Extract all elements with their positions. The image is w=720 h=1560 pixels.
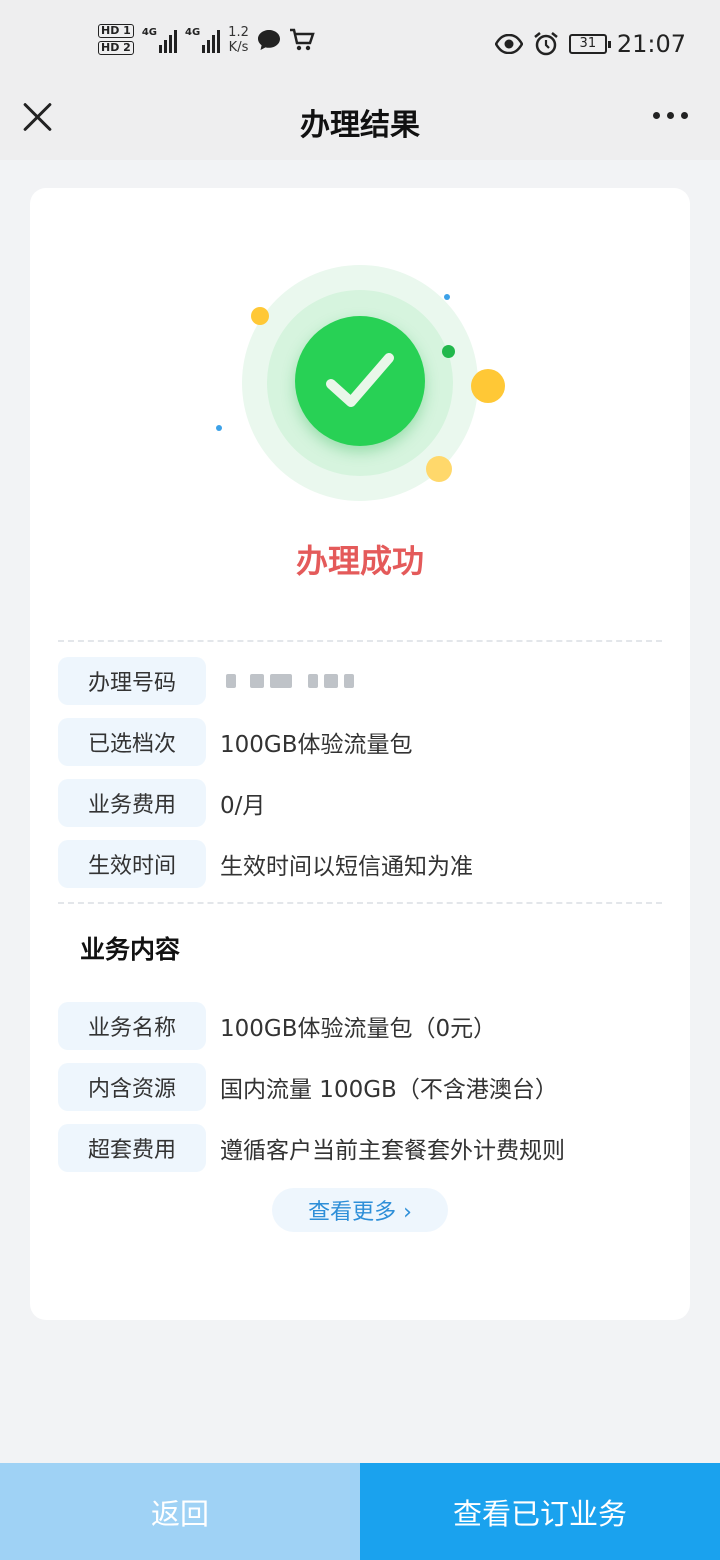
confetti-dot bbox=[426, 456, 452, 482]
view-more-button[interactable]: 查看更多 › bbox=[272, 1188, 448, 1232]
masked-phone-number bbox=[226, 674, 354, 688]
confetti-dot bbox=[442, 345, 455, 358]
content-label: 内含资源 bbox=[58, 1063, 206, 1111]
nav-bar: 办理结果 bbox=[0, 90, 720, 160]
content-label: 超套费用 bbox=[58, 1124, 206, 1172]
detail-value: 生效时间以短信通知为准 bbox=[220, 854, 473, 880]
net-speed: 1.2 K/s bbox=[228, 25, 249, 55]
detail-label: 生效时间 bbox=[58, 840, 206, 888]
detail-row: 已选档次 100GB体验流量包 bbox=[58, 718, 413, 766]
detail-value: 0/月 bbox=[220, 793, 266, 819]
confetti-dot bbox=[251, 307, 269, 325]
content-value: 国内流量 100GB（不含港澳台） bbox=[220, 1077, 558, 1103]
chat-icon bbox=[257, 29, 280, 50]
success-check-icon bbox=[295, 316, 425, 446]
hd2-badge: HD 2 bbox=[98, 41, 134, 55]
detail-label: 办理号码 bbox=[58, 657, 206, 705]
content-row: 业务名称 100GB体验流量包（0元） bbox=[58, 1002, 496, 1050]
alarm-icon bbox=[534, 32, 558, 56]
detail-value: 100GB体验流量包 bbox=[220, 732, 413, 758]
detail-row: 业务费用 0/月 bbox=[58, 779, 265, 827]
confetti-dot bbox=[444, 294, 450, 300]
detail-label: 已选档次 bbox=[58, 718, 206, 766]
net2-label: 4G bbox=[185, 26, 201, 38]
content-label: 业务名称 bbox=[58, 1002, 206, 1050]
bottom-action-bar: 返回 查看已订业务 bbox=[0, 1463, 720, 1560]
divider bbox=[58, 902, 662, 904]
back-button[interactable]: 返回 bbox=[0, 1463, 360, 1560]
divider bbox=[58, 640, 662, 642]
content-value: 100GB体验流量包（0元） bbox=[220, 1016, 497, 1042]
content-row: 超套费用 遵循客户当前主套餐套外计费规则 bbox=[58, 1124, 565, 1172]
detail-row: 办理号码 bbox=[58, 657, 354, 705]
speed-value: 1.2 bbox=[228, 24, 249, 40]
status-bar: HD 1 HD 2 4G 4G 1.2 K/s 31 21:07 bbox=[0, 0, 720, 90]
cart-icon bbox=[289, 28, 315, 50]
view-orders-button[interactable]: 查看已订业务 bbox=[360, 1463, 720, 1560]
detail-label: 业务费用 bbox=[58, 779, 206, 827]
confetti-dot bbox=[471, 369, 505, 403]
result-card: 办理成功 办理号码 已选档次 100GB体验流量包 业务费用 0/月 生效时间 … bbox=[30, 188, 690, 1320]
signal-2-icon: 4G bbox=[185, 26, 221, 53]
hd1-badge: HD 1 bbox=[98, 24, 134, 38]
success-text: 办理成功 bbox=[295, 542, 424, 580]
battery-icon: 31 bbox=[568, 34, 611, 54]
section-title: 业务内容 bbox=[80, 935, 181, 964]
page-title: 办理结果 bbox=[300, 108, 420, 143]
status-left: HD 1 HD 2 4G 4G 1.2 K/s bbox=[98, 24, 315, 55]
more-icon[interactable] bbox=[653, 112, 688, 119]
confetti-dot bbox=[216, 425, 222, 431]
clock: 21:07 bbox=[616, 30, 686, 58]
speed-unit: K/s bbox=[228, 39, 249, 55]
success-illustration: 办理成功 bbox=[30, 188, 690, 608]
signal-1-icon: 4G bbox=[142, 27, 177, 53]
content-row: 内含资源 国内流量 100GB（不含港澳台） bbox=[58, 1063, 558, 1111]
detail-row: 生效时间 生效时间以短信通知为准 bbox=[58, 840, 473, 888]
net1-label: 4G bbox=[141, 26, 157, 38]
content-value: 遵循客户当前主套餐套外计费规则 bbox=[220, 1138, 565, 1164]
hd-indicators: HD 1 HD 2 bbox=[98, 24, 134, 55]
status-right: 31 21:07 bbox=[494, 30, 686, 58]
eye-icon bbox=[494, 34, 523, 54]
